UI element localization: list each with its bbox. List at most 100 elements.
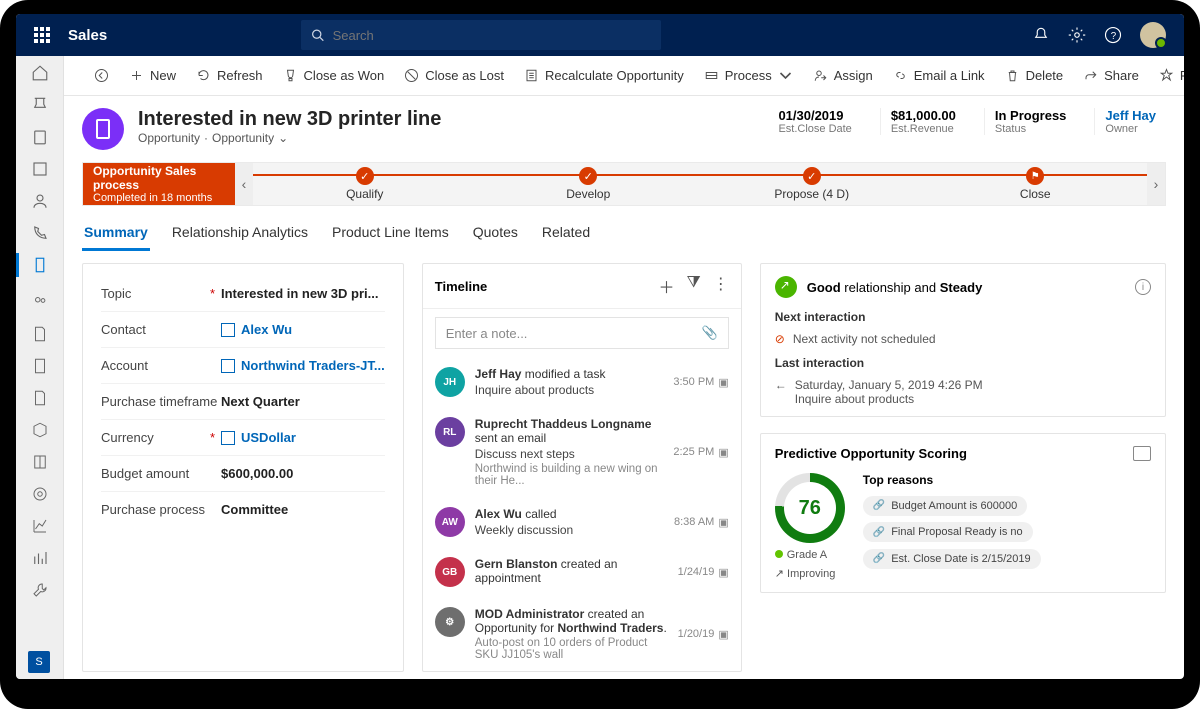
next-interaction-v: Next activity not scheduled [793,332,936,346]
process-banner: Opportunity Sales processCompleted in 18… [83,163,235,205]
share-button[interactable]: Share [1075,64,1147,87]
record-breadcrumb[interactable]: Opportunity · Opportunity ⌄ [138,131,441,145]
global-search[interactable] [301,20,661,50]
nav-book-icon[interactable] [31,453,49,471]
timeline-more-icon[interactable]: ⋮ [713,274,729,298]
attachment-icon[interactable]: 📎 [702,325,718,341]
chevron-down-icon [778,68,793,83]
nav-report-icon[interactable] [31,160,49,178]
reason-chip[interactable]: Est. Close Date is 2/15/2019 [863,549,1041,569]
email-link-button[interactable]: Email a Link [885,64,993,87]
tab-products[interactable]: Product Line Items [330,220,451,251]
process-next-button[interactable]: › [1147,163,1165,205]
last-interaction-date: Saturday, January 5, 2019 4:26 PM [795,378,983,392]
process-prev-button[interactable]: ‹ [235,163,253,205]
svg-text:?: ? [1111,31,1117,42]
user-avatar[interactable] [1140,22,1166,48]
account-icon [221,359,235,373]
stage-close[interactable]: Close [924,163,1148,205]
field-account[interactable]: AccountNorthwind Traders-JT... [101,348,385,384]
activity-type-icon: ▣ [718,566,728,579]
refresh-button[interactable]: Refresh [188,64,271,87]
delete-button[interactable]: Delete [997,64,1072,87]
app-title: Sales [68,27,107,44]
left-nav-rail: S [16,56,64,679]
nav-people-icon[interactable] [31,293,49,311]
timeline-item[interactable]: ⚙ MOD Administrator created an Opportuni… [423,597,741,671]
owner-value[interactable]: Jeff Hay [1105,108,1156,123]
score-gauge: 76 [775,473,845,543]
timeline-item[interactable]: RL Ruprecht Thaddeus Longname sent an em… [423,407,741,497]
info-icon[interactable]: i [1135,279,1151,295]
nav-opportunity-icon[interactable] [31,256,49,279]
nav-doc1-icon[interactable] [31,325,49,343]
timeline-avatar: AW [435,507,465,537]
timeline-avatar: RL [435,417,465,447]
field-timeframe[interactable]: Purchase timeframeNext Quarter [101,384,385,420]
nav-phone-icon[interactable] [31,224,49,242]
nav-clipboard-icon[interactable] [31,128,49,146]
activity-type-icon: ▣ [718,628,728,641]
form-tabs: Summary Relationship Analytics Product L… [82,220,1166,251]
activity-type-icon: ▣ [718,376,728,389]
nav-bars-icon[interactable] [31,549,49,567]
nav-pinned-icon[interactable] [31,96,49,114]
help-icon[interactable]: ? [1104,26,1122,44]
sidebar-letter[interactable]: S [28,651,50,673]
timeline-item[interactable]: GB Gern Blanston created an appointment … [423,547,741,597]
next-interaction-h: Next interaction [761,310,1165,328]
tab-relationship[interactable]: Relationship Analytics [170,220,310,251]
recalculate-button[interactable]: Recalculate Opportunity [516,64,692,87]
field-budget[interactable]: Budget amount$600,000.00 [101,456,385,492]
feedback-icon[interactable] [1133,446,1151,461]
reason-chip[interactable]: Final Proposal Ready is no [863,522,1033,542]
app-launcher-icon[interactable] [34,27,50,43]
back-button[interactable] [86,64,117,87]
field-currency[interactable]: CurrencyUSDollar [101,420,385,456]
field-contact[interactable]: ContactAlex Wu [101,312,385,348]
close-won-button[interactable]: Close as Won [275,64,393,87]
timeline-avatar: JH [435,367,465,397]
tab-related[interactable]: Related [540,220,592,251]
nav-doc3-icon[interactable] [31,389,49,407]
stage-qualify[interactable]: Qualify [253,163,477,205]
field-process[interactable]: Purchase processCommittee [101,492,385,527]
search-input[interactable] [333,28,652,43]
nav-doc2-icon[interactable] [31,357,49,375]
nav-home-icon[interactable] [31,64,49,82]
stage-propose[interactable]: Propose (4 D) [700,163,924,205]
stage-develop[interactable]: Develop [477,163,701,205]
entity-icon [82,108,124,150]
nav-chart-icon[interactable] [31,517,49,535]
timeline-note-input[interactable]: Enter a note...📎 [435,317,729,349]
status-value: In Progress [995,108,1067,123]
activity-type-icon: ▣ [718,516,728,529]
timeline-filter-icon[interactable]: ⧩ [686,274,700,298]
settings-icon[interactable] [1068,26,1086,44]
record-header: Interested in new 3D printer line Opport… [82,108,1166,150]
nav-cube-icon[interactable] [31,421,49,439]
nav-wrench-icon[interactable] [31,581,49,599]
follow-button[interactable]: Follow [1151,64,1184,87]
close-lost-button[interactable]: Close as Lost [396,64,512,87]
revenue-value: $81,000.00 [891,108,956,123]
search-icon [311,28,324,42]
reasons-title: Top reasons [863,473,1151,487]
currency-icon [221,431,235,445]
timeline-add-icon[interactable]: ＋ [658,274,674,298]
nav-contact-icon[interactable] [31,192,49,210]
reason-chip[interactable]: Budget Amount is 600000 [863,496,1027,516]
activity-type-icon: ▣ [718,446,728,459]
notifications-icon[interactable] [1032,26,1050,44]
timeline-item[interactable]: AW Alex Wu called Weekly discussion 8:38… [423,497,741,547]
record-title: Interested in new 3D printer line [138,108,441,131]
nav-target-icon[interactable] [31,485,49,503]
tab-quotes[interactable]: Quotes [471,220,520,251]
timeline-meta: 1/24/19 ▣ [678,557,729,587]
timeline-item[interactable]: JH Jeff Hay modified a task Inquire abou… [423,357,741,407]
tab-summary[interactable]: Summary [82,220,150,251]
assign-button[interactable]: Assign [805,64,881,87]
field-topic[interactable]: TopicInterested in new 3D pri... [101,276,385,312]
process-button[interactable]: Process [696,64,801,87]
new-button[interactable]: New [121,64,184,87]
